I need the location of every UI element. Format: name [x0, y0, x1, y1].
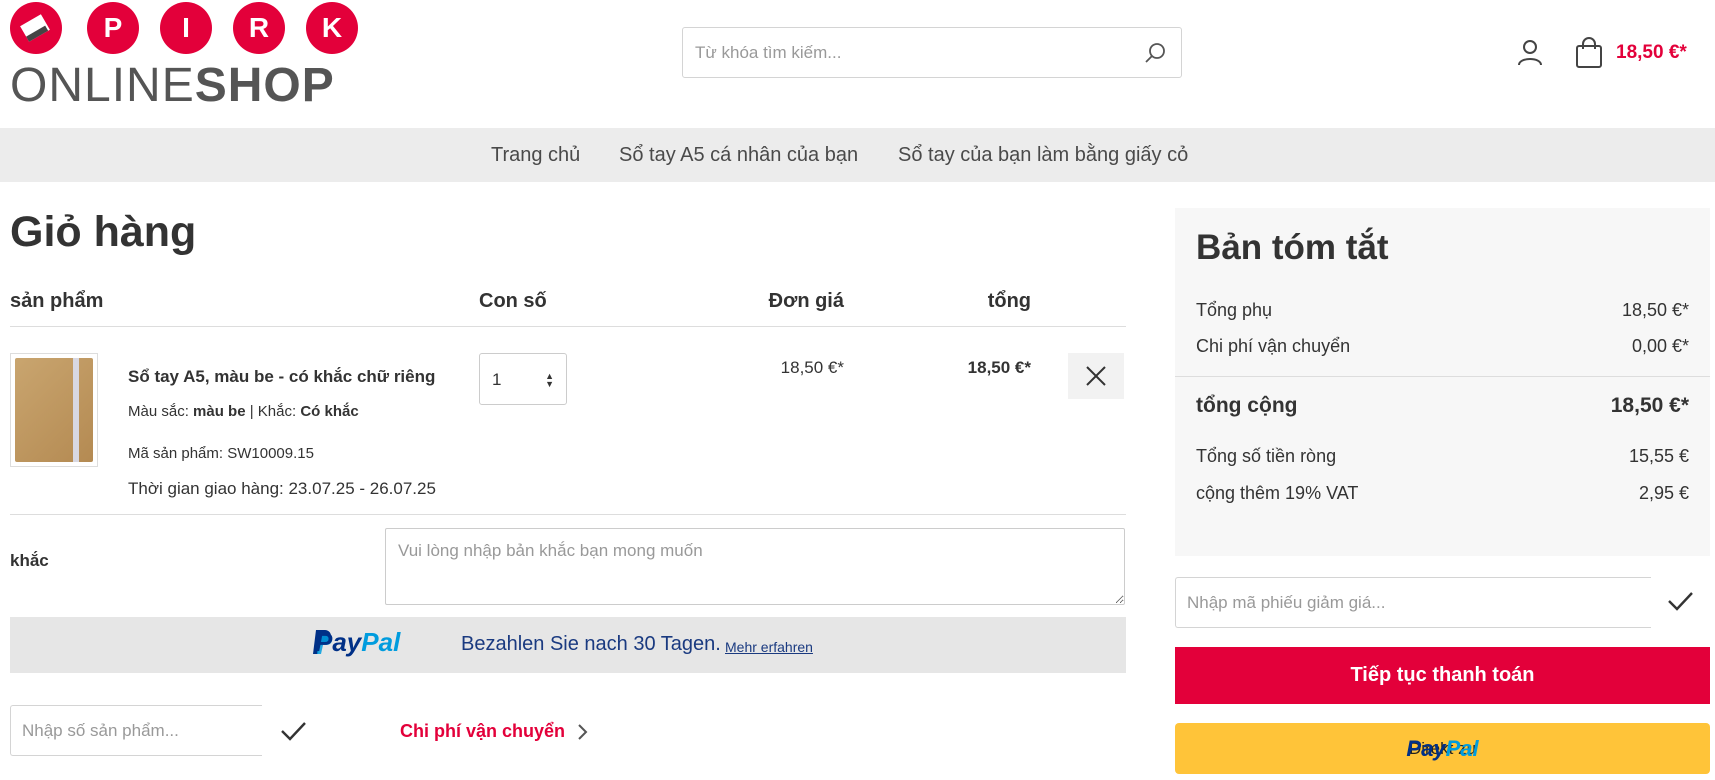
search-box [682, 27, 1182, 78]
add-product-checkmark-icon[interactable] [278, 716, 308, 746]
search-input[interactable] [695, 28, 1125, 77]
summary-title: Bản tóm tắt [1196, 228, 1389, 267]
logo-word-shop: SHOP [194, 59, 335, 112]
shipping-label: Chi phí vận chuyển [1196, 336, 1351, 356]
delivery-time: Thời gian giao hàng: 23.07.25 - 26.07.25 [128, 479, 436, 498]
grand-total-label: tổng cộng [1196, 394, 1298, 417]
paypal-logo-pay: Pay [315, 626, 362, 657]
divider [1175, 376, 1710, 377]
paypal-express-button[interactable]: Direkt zu PayPal [1175, 723, 1710, 774]
logo-badge [10, 2, 62, 54]
engraving-textarea[interactable] [385, 528, 1125, 605]
shopping-bag-icon [1576, 37, 1602, 68]
paypal-express-logo-pal: Pal [1445, 735, 1479, 761]
select-arrows-icon: ▲ ▼ [545, 371, 554, 389]
nav-item-grass-paper-notebook[interactable]: Sổ tay của bạn làm bằng giấy cỏ [898, 144, 1188, 167]
logo[interactable]: P I R K ONLINESHOP [0, 0, 360, 118]
vat-value: 2,95 € [1638, 483, 1689, 503]
subtotal-value: 18,50 €* [1621, 300, 1689, 320]
logo-letter-i: I [160, 2, 212, 54]
checkout-button[interactable]: Tiếp tục thanh toán [1175, 647, 1710, 704]
column-header-product: sản phẩm [10, 290, 104, 312]
product-options: Màu sắc: màu be | Khắc: Có khắc [128, 403, 359, 420]
order-summary: Bản tóm tắt Tổng phụ 18,50 €* Chi phí vậ… [1175, 208, 1710, 556]
engraving-option-value: Có khắc [300, 403, 359, 420]
nav-item-home[interactable]: Trang chủ [491, 144, 580, 167]
sku-value: SW10009.15 [227, 445, 314, 462]
chevron-right-icon [578, 723, 588, 740]
paypal-message: Bezahlen Sie nach 30 Tagen. [461, 633, 721, 655]
search-icon[interactable] [1143, 41, 1167, 65]
product-sku: Mã sản phẩm: SW10009.15 [128, 445, 314, 462]
line-total: 18,50 €* [967, 358, 1031, 377]
close-icon [1086, 366, 1106, 386]
page-title: Giỏ hàng [10, 208, 197, 256]
notebook-image [15, 358, 93, 462]
color-label: Màu sắc: [128, 403, 189, 420]
divider [10, 514, 1126, 515]
logo-letter-r: R [233, 2, 285, 54]
cart-widget[interactable]: 18,50 €* [1574, 36, 1687, 70]
logo-word-online: ONLINE [10, 59, 195, 112]
net-total-label: Tổng số tiền ròng [1196, 446, 1337, 466]
engraving-option-label: Khắc: [257, 403, 297, 420]
grand-total-value: 18,50 €* [1610, 394, 1689, 417]
logo-wordmark: ONLINESHOP [10, 58, 335, 113]
shipping-value: 0,00 €* [1631, 336, 1689, 356]
paypal-logo: PayPal [311, 627, 400, 657]
paypal-logo-pal: Pal [361, 626, 401, 657]
paypal-express-logo-pay: Pay [1406, 735, 1446, 761]
summary-row-grand-total: tổng cộng 18,50 €* [1196, 394, 1689, 418]
nav-item-a5-notebook[interactable]: Sổ tay A5 cá nhân của bạn [619, 144, 858, 167]
quantity-select[interactable]: 1 ▲ ▼ [479, 353, 567, 405]
product-name[interactable]: Sổ tay A5, màu be - có khắc chữ riêng [128, 367, 435, 387]
summary-row-vat: cộng thêm 19% VAT 2,95 € [1196, 483, 1689, 504]
column-header-total: tổng [987, 290, 1031, 312]
summary-row-shipping: Chi phí vận chuyển 0,00 €* [1196, 336, 1689, 357]
sku-label: Mã sản phẩm: [128, 445, 224, 462]
logo-letter-p: P [87, 2, 139, 54]
shipping-costs-label: Chi phí vận chuyển [400, 721, 566, 741]
logo-letter-k: K [306, 2, 358, 54]
account-icon[interactable] [1516, 38, 1544, 66]
cart-total: 18,50 €* [1616, 42, 1687, 63]
vat-label: cộng thêm 19% VAT [1196, 483, 1359, 503]
subtotal-label: Tổng phụ [1196, 300, 1273, 320]
column-header-quantity: Con số [479, 290, 547, 312]
net-total-value: 15,55 € [1628, 446, 1689, 466]
notebook-logo-icon [20, 14, 50, 42]
divider [10, 326, 1126, 327]
apply-voucher-checkmark-icon[interactable] [1665, 586, 1695, 616]
product-number-input[interactable] [10, 705, 262, 756]
paypal-banner: PayPal Bezahlen Sie nach 30 Tagen. Mehr … [10, 617, 1126, 673]
quantity-value: 1 [492, 370, 502, 389]
paypal-express-logo: PayPal [1406, 736, 1478, 762]
unit-price: 18,50 €* [780, 358, 844, 377]
main-navigation: Trang chủ Sổ tay A5 cá nhân của bạn Sổ t… [0, 128, 1715, 182]
remove-item-button[interactable] [1068, 353, 1124, 399]
shipping-costs-link[interactable]: Chi phí vận chuyển [400, 721, 589, 742]
paypal-learn-more-link[interactable]: Mehr erfahren [725, 639, 813, 655]
engraving-label: khắc [10, 551, 49, 570]
color-value: màu be [193, 403, 246, 420]
column-header-unit-price: Đơn giá [768, 290, 844, 312]
voucher-input[interactable] [1175, 577, 1651, 628]
option-separator: | [249, 403, 254, 420]
summary-row-net: Tổng số tiền ròng 15,55 € [1196, 446, 1689, 467]
product-thumbnail[interactable] [10, 353, 98, 467]
summary-row-subtotal: Tổng phụ 18,50 €* [1196, 300, 1689, 321]
